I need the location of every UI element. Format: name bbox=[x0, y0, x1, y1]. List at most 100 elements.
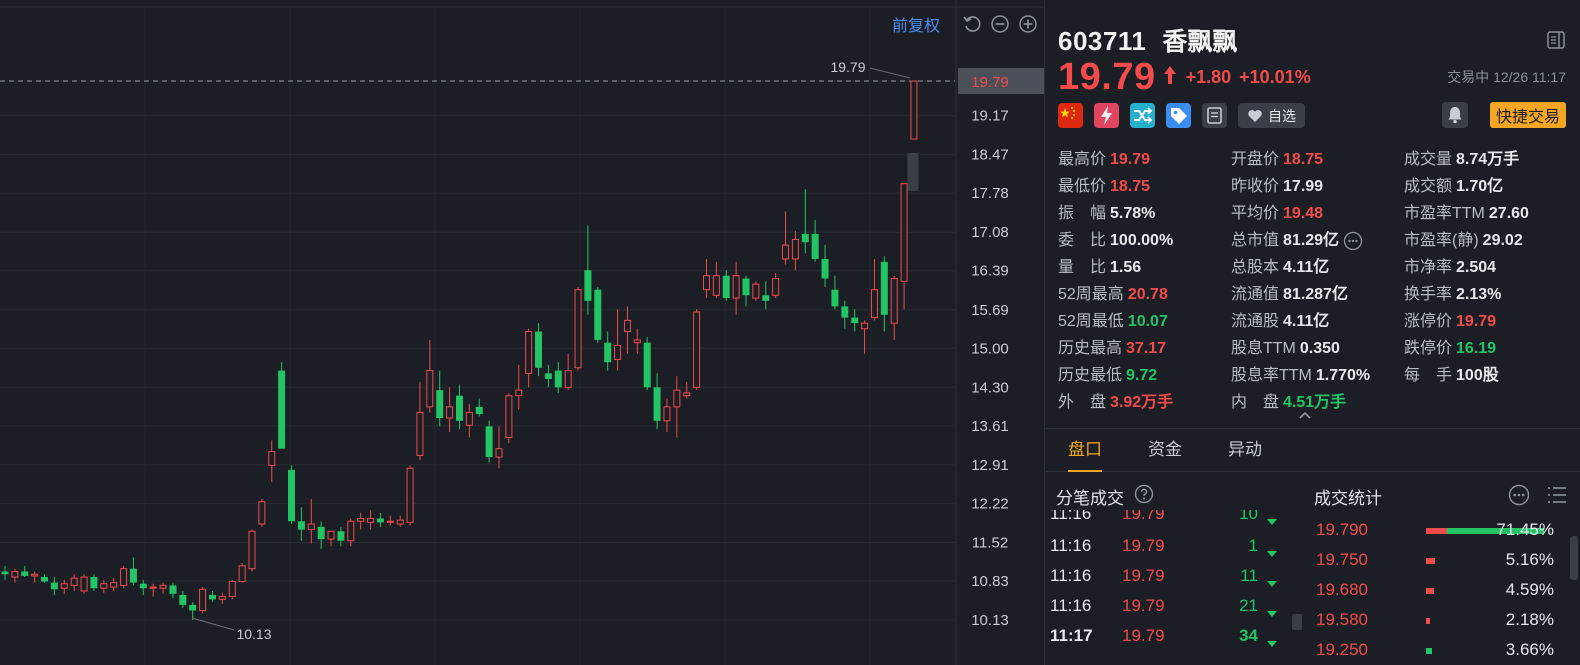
trade-stats-row[interactable]: 19.790 71.45% bbox=[1314, 515, 1554, 545]
candle[interactable] bbox=[376, 512, 384, 527]
candle[interactable] bbox=[238, 563, 246, 583]
candle[interactable] bbox=[732, 261, 740, 315]
candle[interactable] bbox=[821, 245, 829, 287]
candle[interactable] bbox=[208, 590, 216, 603]
tab-0[interactable]: 盘口 bbox=[1068, 428, 1102, 472]
candle[interactable] bbox=[416, 381, 424, 460]
candle[interactable] bbox=[475, 398, 483, 417]
candle[interactable] bbox=[446, 387, 454, 432]
candle[interactable] bbox=[584, 225, 592, 315]
zoom-out-icon[interactable] bbox=[990, 14, 1010, 34]
candle[interactable] bbox=[70, 574, 78, 591]
candle[interactable] bbox=[594, 286, 602, 343]
candle[interactable] bbox=[742, 275, 750, 307]
tick-row[interactable]: 11:16 19.79 11 bbox=[1050, 560, 1280, 590]
candle[interactable] bbox=[199, 587, 207, 614]
candle[interactable] bbox=[633, 328, 641, 354]
candle[interactable] bbox=[288, 465, 296, 525]
panel-collapse-icon[interactable] bbox=[1546, 30, 1566, 50]
candle[interactable] bbox=[337, 526, 345, 547]
candle[interactable] bbox=[436, 370, 444, 427]
tab-2[interactable]: 异动 bbox=[1228, 428, 1262, 472]
candle[interactable] bbox=[218, 592, 226, 604]
candle[interactable] bbox=[258, 498, 266, 527]
candle[interactable] bbox=[604, 331, 612, 371]
candle[interactable] bbox=[861, 320, 869, 354]
candle[interactable] bbox=[465, 404, 473, 438]
candle[interactable] bbox=[693, 309, 701, 391]
candle[interactable] bbox=[129, 557, 137, 586]
candle[interactable] bbox=[900, 183, 908, 310]
candle[interactable] bbox=[60, 579, 68, 594]
ticks-scroll-handle[interactable] bbox=[1292, 614, 1302, 630]
candle[interactable] bbox=[317, 521, 325, 550]
collapse-stats-icon[interactable] bbox=[1298, 407, 1312, 425]
candle[interactable] bbox=[139, 579, 147, 595]
candle[interactable] bbox=[623, 306, 631, 354]
candle[interactable] bbox=[110, 578, 118, 591]
candle[interactable] bbox=[228, 579, 236, 600]
kline-chart-pane[interactable]: 19.17 18.47 17.78 17.08 16.39 15.69 15.00 14.30… bbox=[0, 0, 1045, 665]
candle[interactable] bbox=[80, 574, 88, 594]
candle[interactable] bbox=[811, 219, 819, 262]
more-options-icon[interactable] bbox=[1508, 484, 1530, 511]
alert-bell-icon[interactable] bbox=[1442, 102, 1468, 128]
candle[interactable] bbox=[535, 323, 543, 377]
shuffle-icon[interactable] bbox=[1130, 103, 1155, 128]
notes-icon[interactable] bbox=[1202, 103, 1227, 128]
tick-trades-list[interactable]: 11:16 19.79 10 11:16 19.79 1 11:16 19.79 11 11:16… bbox=[1046, 510, 1286, 660]
reset-icon[interactable] bbox=[962, 14, 982, 34]
trade-stats-list[interactable]: 19.790 71.45% 19.750 5.16% 19.680 4.59% 19.580… bbox=[1314, 515, 1560, 660]
candle[interactable] bbox=[169, 582, 177, 599]
tick-row[interactable]: 11:17 19.79 34 bbox=[1050, 620, 1280, 650]
candle[interactable] bbox=[100, 579, 108, 593]
candle[interactable] bbox=[643, 337, 651, 391]
candle[interactable] bbox=[406, 465, 414, 526]
candle[interactable] bbox=[525, 328, 533, 388]
trade-stats-row[interactable]: 19.580 2.18% bbox=[1314, 605, 1554, 635]
candle[interactable] bbox=[574, 286, 582, 371]
candle[interactable] bbox=[505, 392, 513, 444]
trade-stats-row[interactable]: 19.680 4.59% bbox=[1314, 575, 1554, 605]
candle[interactable] bbox=[41, 574, 49, 583]
candle[interactable] bbox=[683, 381, 691, 399]
candle[interactable] bbox=[268, 440, 276, 483]
tick-row[interactable]: 11:16 19.79 1 bbox=[1050, 530, 1280, 560]
trade-stats-scroll-handle[interactable] bbox=[1570, 536, 1578, 580]
candle[interactable] bbox=[297, 507, 305, 541]
kline-chart[interactable]: 19.17 18.47 17.78 17.08 16.39 15.69 15.00 14.30… bbox=[0, 0, 1045, 665]
candle[interactable] bbox=[762, 281, 770, 310]
candle[interactable] bbox=[890, 275, 898, 340]
candle[interactable] bbox=[357, 512, 365, 530]
candle[interactable] bbox=[663, 398, 671, 432]
candle[interactable] bbox=[386, 515, 394, 526]
candle[interactable] bbox=[564, 353, 572, 391]
candle[interactable] bbox=[149, 583, 157, 597]
zoom-in-icon[interactable] bbox=[1018, 14, 1038, 34]
candle[interactable] bbox=[653, 373, 661, 430]
list-settings-icon[interactable] bbox=[1546, 485, 1568, 510]
tick-row[interactable]: 11:16 19.79 21 bbox=[1050, 590, 1280, 620]
candle[interactable] bbox=[702, 258, 710, 299]
candle[interactable] bbox=[791, 231, 799, 271]
quick-trade-button[interactable]: 快捷交易 bbox=[1489, 102, 1566, 128]
tab-1[interactable]: 资金 bbox=[1148, 428, 1182, 472]
add-watchlist-button[interactable]: 自选 bbox=[1238, 103, 1305, 128]
candle[interactable] bbox=[189, 602, 197, 620]
candle[interactable] bbox=[712, 261, 720, 299]
candle[interactable] bbox=[910, 80, 918, 140]
candle[interactable] bbox=[554, 362, 562, 393]
trade-stats-row[interactable]: 19.250 3.66% bbox=[1314, 635, 1554, 660]
candle[interactable] bbox=[90, 574, 98, 591]
candle[interactable] bbox=[495, 426, 503, 469]
candle[interactable] bbox=[1, 565, 9, 580]
candle[interactable] bbox=[544, 365, 552, 388]
candle[interactable] bbox=[21, 565, 29, 578]
candle[interactable] bbox=[673, 376, 681, 438]
help-icon[interactable] bbox=[1134, 484, 1154, 509]
adjust-mode-button[interactable]: 前复权 bbox=[892, 12, 940, 36]
candle[interactable] bbox=[722, 270, 730, 301]
candle[interactable] bbox=[396, 515, 404, 527]
candle[interactable] bbox=[614, 309, 622, 371]
candle[interactable] bbox=[327, 530, 335, 547]
